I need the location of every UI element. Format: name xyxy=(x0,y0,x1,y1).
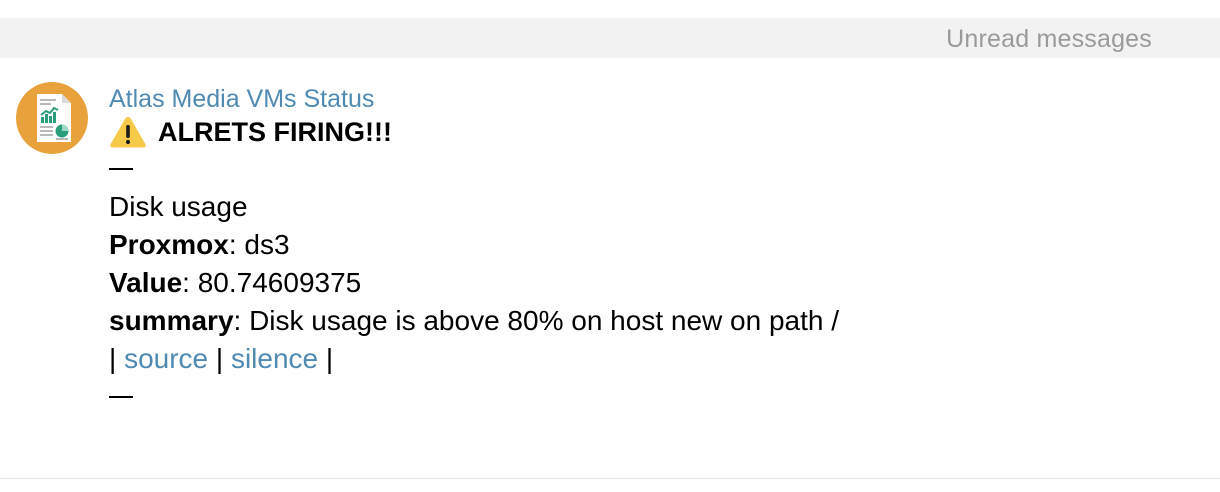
sender-name[interactable]: Atlas Media VMs Status xyxy=(109,84,1189,114)
alert-name: Disk usage xyxy=(109,191,248,222)
message-item: Atlas Media VMs Status ALRETS FIRING!!! … xyxy=(0,58,1220,478)
value-value: : 80.74609375 xyxy=(182,267,362,298)
links-separator-right: | xyxy=(318,343,334,374)
proxmox-value: : ds3 xyxy=(228,229,290,260)
links-separator-middle: | xyxy=(208,343,231,374)
summary-label: summary xyxy=(109,305,234,336)
message-divider xyxy=(0,478,1220,479)
separator-dash-bottom xyxy=(109,378,1189,416)
separator-dash-top xyxy=(109,150,1189,188)
source-link[interactable]: source xyxy=(124,343,208,374)
alert-title-line: ALRETS FIRING!!! xyxy=(109,114,1189,150)
proxmox-label: Proxmox xyxy=(109,229,229,260)
chat-view: Unread messages Atlas Media VMs Status A… xyxy=(0,0,1220,492)
links-separator-left: | xyxy=(109,343,125,374)
value-label: Value xyxy=(109,267,183,298)
alert-title: ALRETS FIRING!!! xyxy=(158,117,392,147)
unread-messages-divider: Unread messages xyxy=(0,18,1220,58)
value-field: Value: 80.74609375 xyxy=(109,264,1189,302)
unread-messages-label: Unread messages xyxy=(946,25,1152,53)
summary-value: : Disk usage is above 80% on host new on… xyxy=(233,305,840,336)
proxmox-field: Proxmox: ds3 xyxy=(109,226,1189,264)
warning-icon xyxy=(110,117,146,148)
message-body: Atlas Media VMs Status ALRETS FIRING!!! … xyxy=(109,84,1189,416)
links-line: | source | silence | xyxy=(109,340,1189,378)
report-document-icon xyxy=(37,94,71,142)
silence-link[interactable]: silence xyxy=(231,343,318,374)
summary-field: summary: Disk usage is above 80% on host… xyxy=(109,302,1189,340)
sender-avatar[interactable] xyxy=(16,82,88,154)
